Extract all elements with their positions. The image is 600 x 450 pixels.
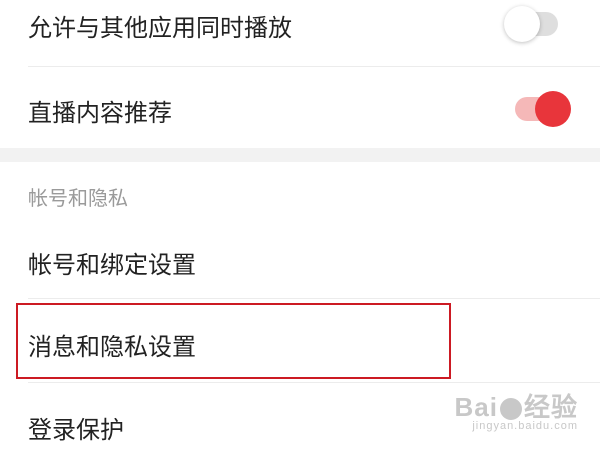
setting-row-account-binding[interactable]: 帐号和绑定设置 — [0, 220, 600, 298]
watermark-url: jingyan.baidu.com — [472, 420, 578, 432]
watermark-brand-right: 经验 — [523, 391, 578, 422]
toggle-thumb — [535, 91, 571, 127]
section-separator — [0, 148, 600, 162]
toggle-switch-on[interactable] — [515, 91, 571, 127]
highlight-annotation-box — [16, 303, 451, 379]
watermark-brand-left: Bai — [454, 391, 498, 422]
toggle-thumb — [504, 6, 540, 42]
setting-row-allow-simultaneous-playback[interactable]: 允许与其他应用同时播放 — [0, 0, 600, 66]
setting-label: 帐号和绑定设置 — [28, 251, 196, 279]
watermark-brand: Bai 经验 — [455, 394, 578, 420]
setting-label: 直播内容推荐 — [28, 99, 172, 127]
setting-row-live-recommendation[interactable]: 直播内容推荐 — [0, 67, 600, 148]
baidu-jingyan-watermark: Bai 经验 jingyan.baidu.com — [455, 394, 578, 432]
setting-label: 登录保护 — [28, 416, 124, 444]
section-header-account-privacy: 帐号和隐私 — [28, 186, 128, 210]
toggle-switch-off[interactable] — [504, 6, 558, 42]
setting-label: 允许与其他应用同时播放 — [28, 14, 292, 42]
paw-logo-icon — [499, 398, 522, 420]
